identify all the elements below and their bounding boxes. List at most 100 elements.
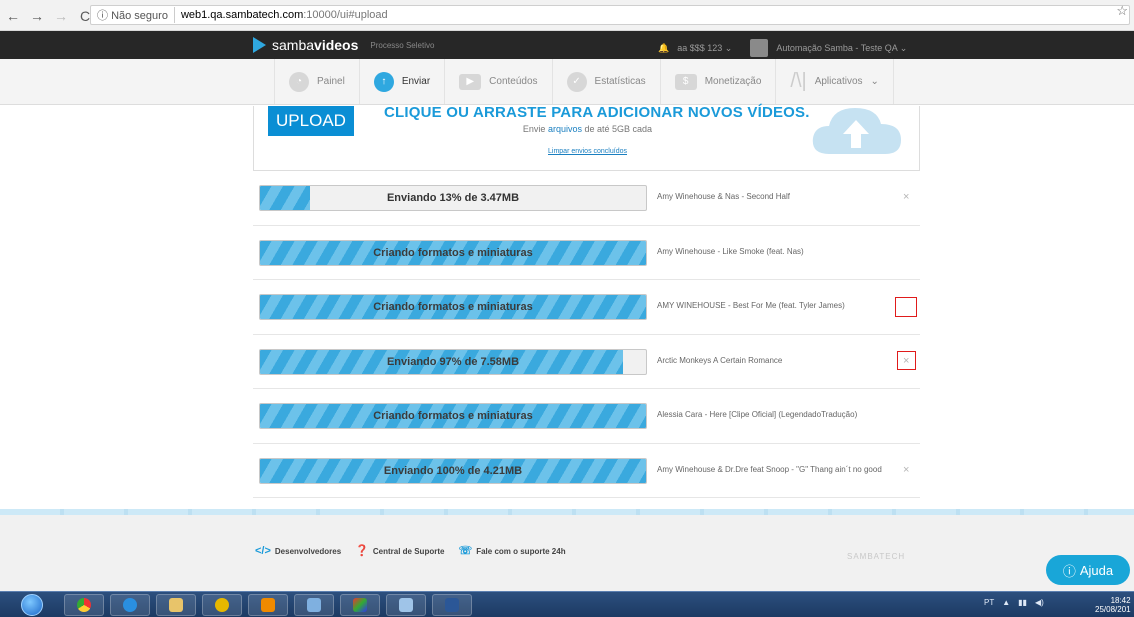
tray-arrow-icon[interactable]: ▲ xyxy=(1002,598,1010,607)
video-icon: ▶ xyxy=(459,73,482,90)
address-bar[interactable]: ⓘ Não seguro web1.qa.sambatech.com :1000… xyxy=(90,5,1130,25)
taskbar-word[interactable] xyxy=(432,594,472,616)
video-title: AMY WINEHOUSE - Best For Me (feat. Tyler… xyxy=(657,301,845,310)
logo-play-icon xyxy=(253,37,266,53)
progress-status: Enviando 97% de 7.58MB xyxy=(386,355,520,368)
stats-icon: ✓ xyxy=(566,71,587,92)
video-title: Amy Winehouse & Nas - Second Half xyxy=(657,192,790,201)
video-title: Alessia Cara - Here [Clipe Oficial] (Leg… xyxy=(657,410,858,419)
tab-conteudos[interactable]: ▶ Conteúdos xyxy=(444,59,551,104)
help-icon: ⓘ xyxy=(1062,563,1076,579)
taskbar-chrome[interactable] xyxy=(64,594,104,616)
progress-status: Criando formatos e miniaturas xyxy=(373,246,533,259)
tab-enviar[interactable]: ↑ Enviar xyxy=(358,59,444,104)
close-icon[interactable]: × xyxy=(903,191,909,203)
main-nav: ◔ Painel ↑ Enviar ▶ Conteúdos ✓ Estatíst… xyxy=(0,59,1134,105)
question-icon: ❓ xyxy=(355,545,369,557)
apps-icon: /\| xyxy=(790,70,807,92)
tab-estatisticas[interactable]: ✓ Estatísticas xyxy=(551,59,660,104)
language-indicator[interactable]: PT xyxy=(984,598,994,607)
media-icon xyxy=(261,598,275,612)
money-icon: $ xyxy=(674,73,697,90)
app-icon xyxy=(215,598,229,612)
header-right: 🔔 aa $$$ 123 ⌄ Automação Samba - Teste Q… xyxy=(658,39,907,57)
upload-dropzone[interactable]: UPLOAD CLIQUE OU ARRASTE PARA ADICIONAR … xyxy=(253,104,920,171)
upload-title: CLIQUE OU ARRASTE PARA ADICIONAR NOVOS V… xyxy=(384,104,810,121)
notification-bell-icon[interactable]: 🔔 xyxy=(658,43,669,54)
progress-status: Criando formatos e miniaturas xyxy=(373,301,533,313)
progress-bar: Criando formatos e miniaturas xyxy=(259,239,647,266)
taskbar-tool[interactable] xyxy=(294,594,334,616)
upload-row: Criando formatos e miniaturas Alessia Ca… xyxy=(253,389,920,444)
paint-icon xyxy=(399,598,413,612)
sambatech-brand: SAMBATECH xyxy=(847,552,906,561)
user-menu[interactable]: Automação Samba - Teste QA ⌄ xyxy=(776,43,907,54)
upload-row: Enviando 97% de 7.58MB Arctic Monkeys A … xyxy=(253,335,920,389)
progress-bar: Criando formatos e miniaturas xyxy=(259,294,647,320)
start-button[interactable] xyxy=(8,594,56,616)
code-icon: </> xyxy=(255,544,271,557)
bookmark-star-icon[interactable]: ☆ xyxy=(1116,3,1128,19)
avatar[interactable] xyxy=(750,39,769,57)
footer: </> Desenvolvedores ❓ Central de Suporte ☏… xyxy=(0,515,1134,591)
upload-arrow-icon: ↑ xyxy=(373,71,394,92)
forward-icon[interactable]: → xyxy=(30,8,44,24)
tab-aplicativos[interactable]: /\| Aplicativos ⌄ xyxy=(775,59,894,104)
windows-start-icon xyxy=(21,594,43,616)
volume-icon[interactable]: ◀) xyxy=(1035,598,1044,607)
taskbar-media[interactable] xyxy=(248,594,288,616)
progress-bar: Enviando 13% de 3.47MB xyxy=(259,185,647,211)
taskbar-ie[interactable] xyxy=(110,594,150,616)
taskbar-paint[interactable] xyxy=(386,594,426,616)
upload-row: Criando formatos e miniaturas AMY WINEHO… xyxy=(253,280,920,335)
folder-icon xyxy=(169,598,183,612)
browser-nav: ← → → C xyxy=(6,8,92,24)
ie-icon xyxy=(123,598,137,612)
word-icon xyxy=(445,598,459,612)
video-title: Amy Winehouse - Like Smoke (feat. Nas) xyxy=(657,246,804,256)
cloud-upload-icon xyxy=(812,108,901,154)
upload-row: Enviando 13% de 3.47MB Amy Winehouse & N… xyxy=(253,171,920,226)
support-center-link[interactable]: ❓ Central de Suporte xyxy=(355,544,444,557)
files-link[interactable]: arquivos xyxy=(548,124,582,134)
chevron-down-icon: ⌄ xyxy=(870,76,879,87)
video-title: Arctic Monkeys A Certain Romance xyxy=(657,355,783,365)
chrome-icon xyxy=(77,598,91,612)
progress-bar: Criando formatos e miniaturas xyxy=(259,403,647,429)
upload-row: Enviando 100% de 4.21MB Amy Winehouse & … xyxy=(253,444,920,498)
taskbar-tool2[interactable] xyxy=(340,594,380,616)
video-title: Amy Winehouse & Dr.Dre feat Snoop - "G" … xyxy=(657,464,882,474)
close-icon[interactable]: × xyxy=(903,464,909,476)
phone-icon: ☏ xyxy=(458,545,473,557)
tab-painel[interactable]: ◔ Painel xyxy=(274,59,359,104)
taskbar-explorer[interactable] xyxy=(156,594,196,616)
browser-toolbar: ← → → C ⓘ Não seguro web1.qa.sambatech.c… xyxy=(0,0,1134,31)
developers-link[interactable]: </> Desenvolvedores xyxy=(255,545,341,557)
colorful-icon xyxy=(353,598,367,612)
app-header: sambavideos Processo Seletivo 🔔 aa $$$ 1… xyxy=(0,31,1134,59)
url-host: web1.qa.sambatech.com xyxy=(180,9,304,21)
tab-monetizacao[interactable]: $ Monetização xyxy=(659,59,776,104)
progress-status: Criando formatos e miniaturas xyxy=(373,410,533,422)
help-button[interactable]: ⓘ Ajuda xyxy=(1046,555,1130,585)
back-icon[interactable]: ← xyxy=(6,8,20,24)
highlight-box xyxy=(897,350,916,370)
project-name: Processo Seletivo xyxy=(370,40,435,50)
taskbar-app[interactable] xyxy=(202,594,242,616)
windows-taskbar: PT ▲ ▮▮ ◀) 18:42 25/08/201 xyxy=(0,591,1134,617)
clock[interactable]: 18:42 25/08/201 xyxy=(1095,596,1131,614)
upload-row: Criando formatos e miniaturas Amy Wineho… xyxy=(253,226,920,280)
contact-support-link[interactable]: ☏ Fale com o suporte 24h xyxy=(458,544,565,557)
progress-bar: Enviando 97% de 7.58MB xyxy=(259,348,647,375)
progress-bar: Enviando 100% de 4.21MB xyxy=(259,457,647,484)
progress-status: Enviando 13% de 3.47MB xyxy=(386,192,520,204)
security-indicator[interactable]: ⓘ Não seguro xyxy=(97,7,175,23)
account-selector[interactable]: aa $$$ 123 ⌄ xyxy=(677,43,732,54)
system-tray: PT ▲ ▮▮ ◀) xyxy=(984,598,1044,607)
progress-status: Enviando 100% de 4.21MB xyxy=(383,464,523,477)
network-icon[interactable]: ▮▮ xyxy=(1018,598,1027,607)
url-path: :10000/ui#upload xyxy=(303,9,388,21)
dashboard-icon: ◔ xyxy=(289,71,309,92)
sambavideos-logo[interactable]: sambavideos Processo Seletivo xyxy=(253,37,434,53)
upload-list: Enviando 13% de 3.47MB Amy Winehouse & N… xyxy=(253,171,920,498)
